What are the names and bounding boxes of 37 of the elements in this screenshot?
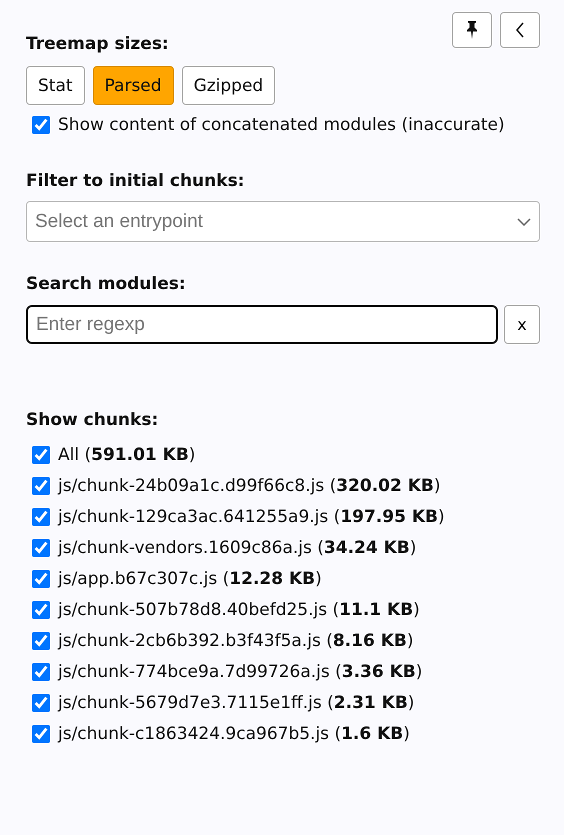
chunk-label: js/chunk-2cb6b392.b3f43f5a.js (8.16 KB): [58, 630, 414, 652]
size-option[interactable]: Stat: [26, 66, 85, 105]
chevron-down-icon: [517, 218, 531, 226]
chunk-label: js/chunk-vendors.1609c86a.js (34.24 KB): [58, 537, 416, 559]
chunk-label: All (591.01 KB): [58, 444, 196, 466]
checkbox[interactable]: [32, 694, 50, 712]
pin-button[interactable]: [452, 12, 492, 48]
checkbox[interactable]: [32, 601, 50, 619]
checkbox[interactable]: [32, 477, 50, 495]
checkbox[interactable]: [32, 725, 50, 743]
checkbox-label: Show content of concatenated modules (inaccurate): [58, 115, 505, 135]
checkbox[interactable]: [32, 663, 50, 681]
chunk-label: js/chunk-c1863424.9ca967b5.js (1.6 KB): [58, 723, 410, 745]
chunk-label: js/app.b67c307c.js (12.28 KB): [58, 568, 322, 590]
clear-button[interactable]: x: [504, 305, 540, 344]
section-label: Search modules:: [26, 274, 187, 294]
checkbox[interactable]: [32, 508, 50, 526]
entrypoint-select[interactable]: Select an entrypoint: [26, 201, 540, 242]
checkbox[interactable]: [32, 116, 50, 134]
search-field[interactable]: Enter regexp: [26, 305, 498, 344]
chunk-label: js/chunk-5679d7e3.7115e1ff.js (2.31 KB): [58, 692, 414, 714]
pin-icon: [466, 20, 478, 40]
chunk-label: js/chunk-129ca3ac.641255a9.js (197.95 KB): [58, 506, 445, 528]
size-option[interactable]: Gzipped: [182, 66, 276, 105]
chunk-label: js/chunk-507b78d8.40befd25.js (11.1 KB): [58, 599, 420, 621]
chunk-label: js/chunk-774bce9a.7d99726a.js (3.36 KB): [58, 661, 422, 683]
size-option[interactable]: Parsed: [92, 66, 174, 105]
checkbox[interactable]: [32, 632, 50, 650]
chunk-label: js/chunk-24b09a1c.d99f66c8.js (320.02 KB): [58, 475, 441, 497]
checkbox[interactable]: [32, 570, 50, 588]
checkbox[interactable]: [32, 446, 50, 464]
section-label: Filter to initial chunks:: [26, 171, 246, 191]
checkbox[interactable]: [32, 539, 50, 557]
section-label: Show chunks:: [26, 410, 160, 430]
section-label: Treemap sizes:: [26, 34, 169, 54]
collapse-button[interactable]: [500, 12, 540, 48]
chevron-left-icon: [515, 21, 525, 39]
